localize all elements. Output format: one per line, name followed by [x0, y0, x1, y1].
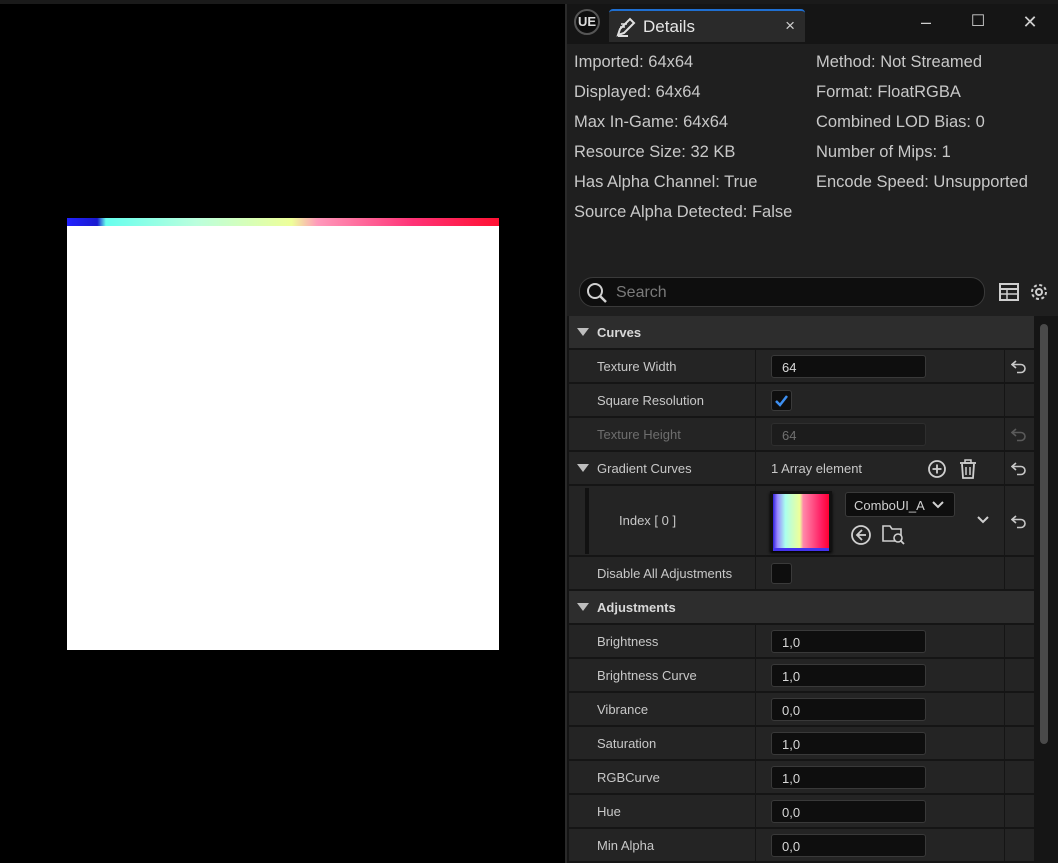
- search-icon: [587, 283, 607, 303]
- checkmark-icon: [775, 395, 788, 407]
- info-max-ingame: Max In-Game: 64x64: [574, 113, 729, 131]
- chevron-down-icon: [932, 501, 944, 509]
- property-label: Texture Height: [597, 427, 681, 442]
- row-hue: Hue 0,0: [569, 795, 1034, 828]
- info-encode-speed: Encode Speed: Unsupported: [816, 173, 1028, 191]
- info-format: Format: FloatRGBA: [816, 83, 961, 101]
- scrollbar[interactable]: [1040, 324, 1048, 744]
- add-element-icon[interactable]: [927, 459, 947, 479]
- array-count: 1 Array element: [771, 461, 863, 476]
- property-label: Brightness Curve: [597, 668, 697, 683]
- row-disable-all-adjustments: Disable All Adjustments: [569, 557, 1034, 590]
- row-texture-height: Texture Height 64: [569, 418, 1034, 451]
- vibrance-input[interactable]: 0,0: [771, 698, 926, 721]
- info-imported: Imported: 64x64: [574, 53, 694, 71]
- texture-width-input[interactable]: 64: [771, 355, 926, 378]
- brightness-curve-input[interactable]: 1,0: [771, 664, 926, 687]
- row-vibrance: Vibrance 0,0: [569, 693, 1034, 726]
- row-index-0: Index [ 0 ] ComboUI_A: [569, 486, 1034, 556]
- square-resolution-checkbox[interactable]: [771, 390, 792, 411]
- category-adjustments[interactable]: Adjustments: [569, 591, 1034, 624]
- category-label: Curves: [597, 325, 642, 340]
- row-square-resolution: Square Resolution: [569, 384, 1034, 417]
- row-rgbcurve: RGBCurve 1,0: [569, 761, 1034, 794]
- min-alpha-input[interactable]: 0,0: [771, 834, 926, 857]
- property-label: Brightness: [597, 634, 659, 649]
- texture-viewport[interactable]: [0, 4, 565, 863]
- browse-folder-icon[interactable]: [882, 523, 906, 545]
- unreal-logo-icon: UE: [574, 9, 600, 35]
- property-label: RGBCurve: [597, 770, 660, 785]
- reset-arrow-icon[interactable]: [1011, 513, 1027, 529]
- tab-title: Details: [643, 17, 695, 36]
- texture-height-input: 64: [771, 423, 926, 446]
- category-curves[interactable]: Curves: [569, 316, 1034, 349]
- gradient-strip-fade: [67, 226, 499, 230]
- search-bar: [567, 272, 1058, 316]
- property-label: Texture Width: [597, 359, 677, 374]
- property-label: Square Resolution: [597, 393, 704, 408]
- info-method: Method: Not Streamed: [816, 53, 982, 71]
- collapse-gradient-curves-icon[interactable]: [577, 464, 589, 472]
- reset-arrow-icon[interactable]: [1011, 358, 1027, 374]
- property-label: Min Alpha: [597, 838, 655, 853]
- hue-input[interactable]: 0,0: [771, 800, 926, 823]
- title-bar: UE Details × – ☐ ✕: [567, 4, 1058, 44]
- expand-chevron-icon[interactable]: [976, 514, 990, 526]
- reset-arrow-icon: [1011, 428, 1026, 442]
- asset-thumbnail[interactable]: [770, 491, 832, 551]
- info-lod-bias: Combined LOD Bias: 0: [816, 113, 985, 131]
- texture-preview: [67, 218, 499, 650]
- rgbcurve-input[interactable]: 1,0: [771, 766, 926, 789]
- info-has-alpha: Has Alpha Channel: True: [574, 173, 758, 191]
- info-source-alpha: Source Alpha Detected: False: [574, 203, 793, 221]
- search-input[interactable]: [614, 281, 978, 305]
- row-gradient-curves: Gradient Curves 1 Array element: [569, 452, 1034, 485]
- category-label: Adjustments: [597, 600, 676, 615]
- settings-gear-icon[interactable]: [1029, 282, 1049, 302]
- row-texture-width: Texture Width 64: [569, 350, 1034, 383]
- table-view-icon[interactable]: [999, 282, 1019, 302]
- tab-details[interactable]: Details ×: [609, 9, 805, 42]
- property-label: Vibrance: [597, 702, 649, 717]
- brightness-input[interactable]: 1,0: [771, 630, 926, 653]
- reset-arrow-icon[interactable]: [1011, 460, 1027, 476]
- info-displayed: Displayed: 64x64: [574, 83, 701, 101]
- row-min-alpha: Min Alpha 0,0: [569, 829, 1034, 862]
- maximize-button[interactable]: ☐: [963, 8, 993, 36]
- texture-info: Imported: 64x64 Displayed: 64x64 Max In-…: [567, 44, 1058, 272]
- property-label: Hue: [597, 804, 621, 819]
- row-brightness-curve: Brightness Curve 1,0: [569, 659, 1034, 692]
- collapse-adjustments-icon[interactable]: [577, 603, 589, 611]
- tab-close-icon[interactable]: ×: [785, 16, 795, 36]
- property-label: Disable All Adjustments: [597, 566, 733, 581]
- close-window-button[interactable]: ✕: [1015, 8, 1045, 36]
- use-selected-asset-icon[interactable]: [850, 524, 872, 546]
- details-pen-icon: [616, 17, 636, 37]
- property-list: Curves Texture Width 64 Square Resolutio…: [569, 316, 1034, 863]
- property-label: Saturation: [597, 736, 657, 751]
- details-panel: UE Details × – ☐ ✕ Imported: 64x64 Displ…: [565, 4, 1058, 863]
- disable-all-adjustments-checkbox[interactable]: [771, 563, 792, 584]
- trash-icon[interactable]: [959, 459, 977, 479]
- asset-picker-combo[interactable]: ComboUI_A: [845, 492, 955, 517]
- property-label: Gradient Curves: [597, 461, 692, 476]
- collapse-curves-icon[interactable]: [577, 328, 589, 336]
- row-saturation: Saturation 1,0: [569, 727, 1034, 760]
- property-label: Index [ 0 ]: [619, 513, 677, 528]
- info-resource-size: Resource Size: 32 KB: [574, 143, 736, 161]
- asset-name: ComboUI_A: [854, 498, 925, 513]
- saturation-input[interactable]: 1,0: [771, 732, 926, 755]
- row-brightness: Brightness 1,0: [569, 625, 1034, 658]
- search-box: [579, 277, 985, 307]
- info-mips: Number of Mips: 1: [816, 143, 951, 161]
- minimize-button[interactable]: –: [911, 8, 941, 36]
- gradient-strip: [67, 218, 499, 226]
